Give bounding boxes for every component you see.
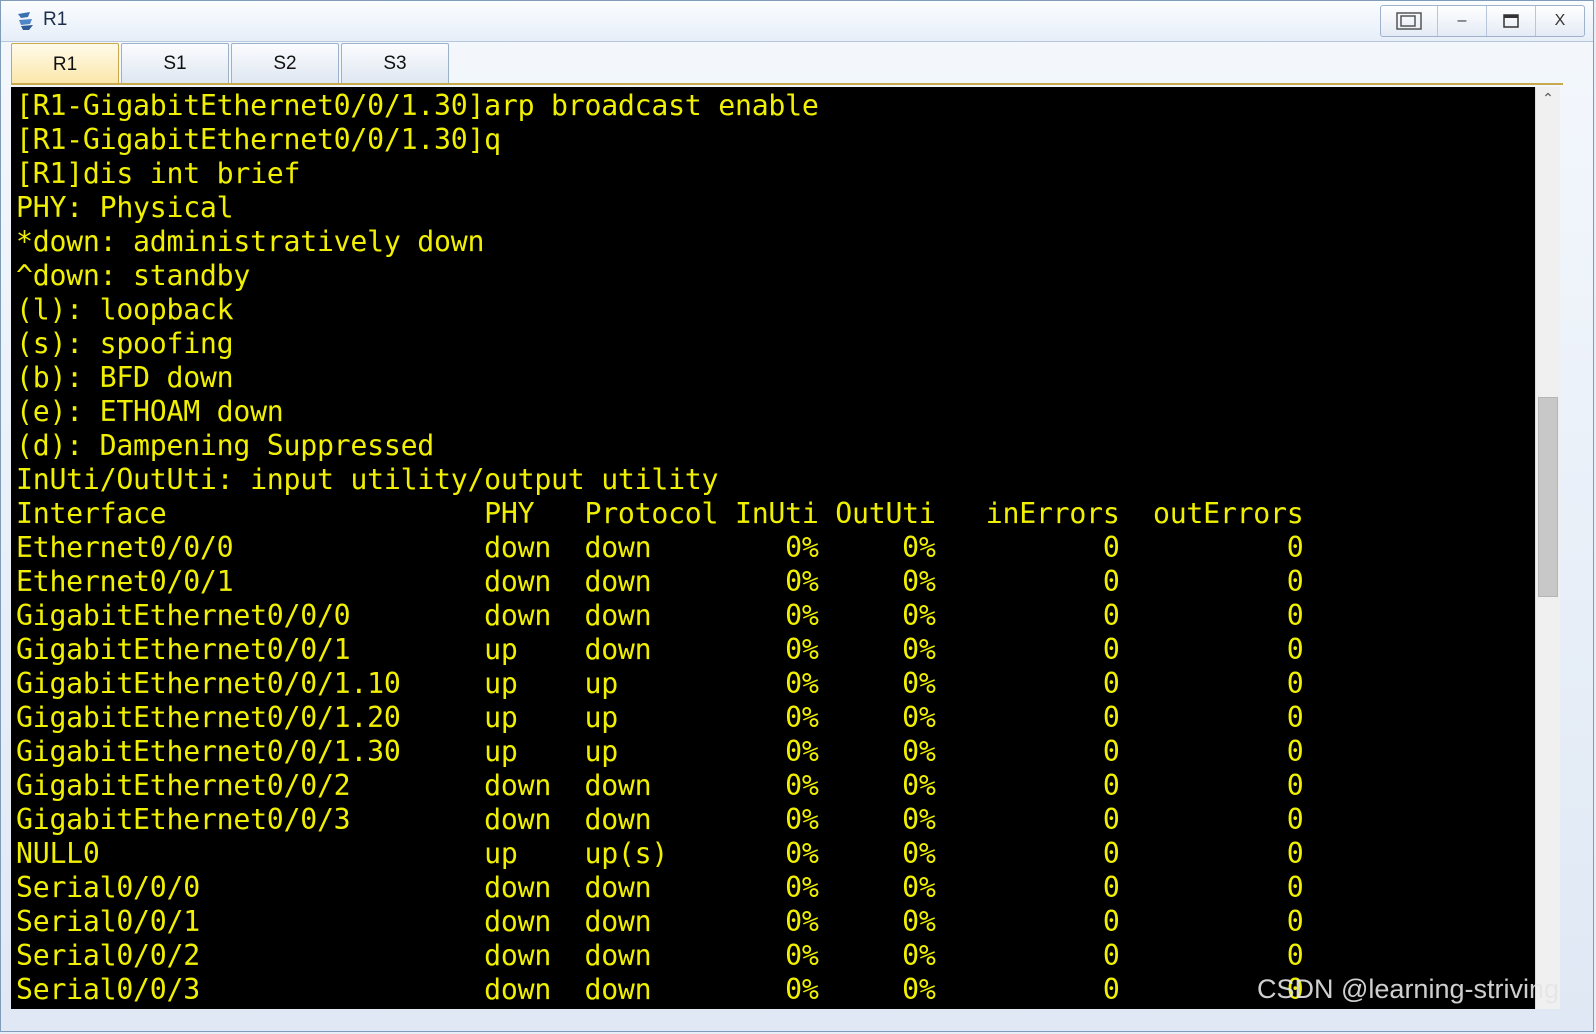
- title-bar[interactable]: R1 – X: [1, 1, 1593, 42]
- terminal-line: GigabitEthernet0/0/1.20 up up 0% 0% 0 0: [16, 701, 1304, 734]
- maximize-icon: [1503, 14, 1519, 28]
- terminal-scrollbar[interactable]: ⌃: [1535, 87, 1560, 1009]
- terminal-line: Ethernet0/0/0 down down 0% 0% 0 0: [16, 531, 1304, 564]
- window-controls: – X: [1380, 5, 1585, 37]
- terminal-line: GigabitEthernet0/0/1.10 up up 0% 0% 0 0: [16, 667, 1304, 700]
- terminal-line: (d): Dampening Suppressed: [16, 429, 435, 462]
- terminal-line: (l): loopback: [16, 293, 234, 326]
- tab-s1[interactable]: S1: [121, 43, 229, 83]
- tab-r1[interactable]: R1: [11, 43, 119, 85]
- terminal-line: Ethernet0/0/1 down down 0% 0% 0 0: [16, 565, 1304, 598]
- terminal-line: [R1]dis int brief: [16, 157, 301, 190]
- terminal-line: [R1-GigabitEthernet0/0/1.30]arp broadcas…: [16, 89, 819, 122]
- terminal-line: GigabitEthernet0/0/0 down down 0% 0% 0 0: [16, 599, 1304, 632]
- device-tabs: R1 S1 S2 S3: [11, 43, 449, 85]
- restore-icon: [1396, 12, 1422, 30]
- terminal-line: InUti/OutUti: input utility/output utili…: [16, 463, 719, 496]
- terminal-line: (s): spoofing: [16, 327, 234, 360]
- terminal-line: Serial0/0/2 down down 0% 0% 0 0: [16, 939, 1304, 972]
- terminal-line: PHY: Physical: [16, 191, 234, 224]
- terminal-line: GigabitEthernet0/0/2 down down 0% 0% 0 0: [16, 769, 1304, 802]
- terminal-line: (e): ETHOAM down: [16, 395, 284, 428]
- terminal-console[interactable]: [R1-GigabitEthernet0/0/1.30]arp broadcas…: [11, 87, 1535, 1009]
- terminal-line: ^down: standby: [16, 259, 251, 292]
- restore-window-button[interactable]: [1381, 6, 1437, 36]
- scroll-up-arrow-icon[interactable]: ⌃: [1536, 91, 1560, 111]
- terminal-line: Serial0/0/0 down down 0% 0% 0 0: [16, 871, 1304, 904]
- terminal-output: [R1-GigabitEthernet0/0/1.30]arp broadcas…: [11, 89, 1535, 1007]
- watermark-text: CSDN @learning-striving: [1257, 974, 1559, 1004]
- terminal-line: [R1-GigabitEthernet0/0/1.30]q: [16, 123, 501, 156]
- scroll-thumb[interactable]: [1538, 397, 1558, 597]
- terminal-line: Serial0/0/3 down down 0% 0% 0 0: [16, 973, 1304, 1006]
- terminal-window: R1 – X R1 S1 S2 S3 [R1-GigabitEthernet0/…: [0, 0, 1594, 1032]
- tab-s2[interactable]: S2: [231, 43, 339, 83]
- minimize-button[interactable]: –: [1437, 6, 1486, 36]
- window-title: R1: [43, 9, 68, 30]
- terminal-line: (b): BFD down: [16, 361, 234, 394]
- app-icon: [18, 12, 33, 30]
- terminal-line: GigabitEthernet0/0/1 up down 0% 0% 0 0: [16, 633, 1304, 666]
- terminal-line: Interface PHY Protocol InUti OutUti inEr…: [16, 497, 1304, 530]
- close-button[interactable]: X: [1535, 6, 1584, 36]
- tab-s3[interactable]: S3: [341, 43, 449, 83]
- terminal-line: *down: administratively down: [16, 225, 485, 258]
- maximize-button[interactable]: [1486, 6, 1535, 36]
- terminal-line: GigabitEthernet0/0/3 down down 0% 0% 0 0: [16, 803, 1304, 836]
- terminal-line: GigabitEthernet0/0/1.30 up up 0% 0% 0 0: [16, 735, 1304, 768]
- terminal-line: Serial0/0/1 down down 0% 0% 0 0: [16, 905, 1304, 938]
- terminal-line: NULL0 up up(s) 0% 0% 0 0: [16, 837, 1304, 870]
- tab-divider: [11, 83, 1563, 85]
